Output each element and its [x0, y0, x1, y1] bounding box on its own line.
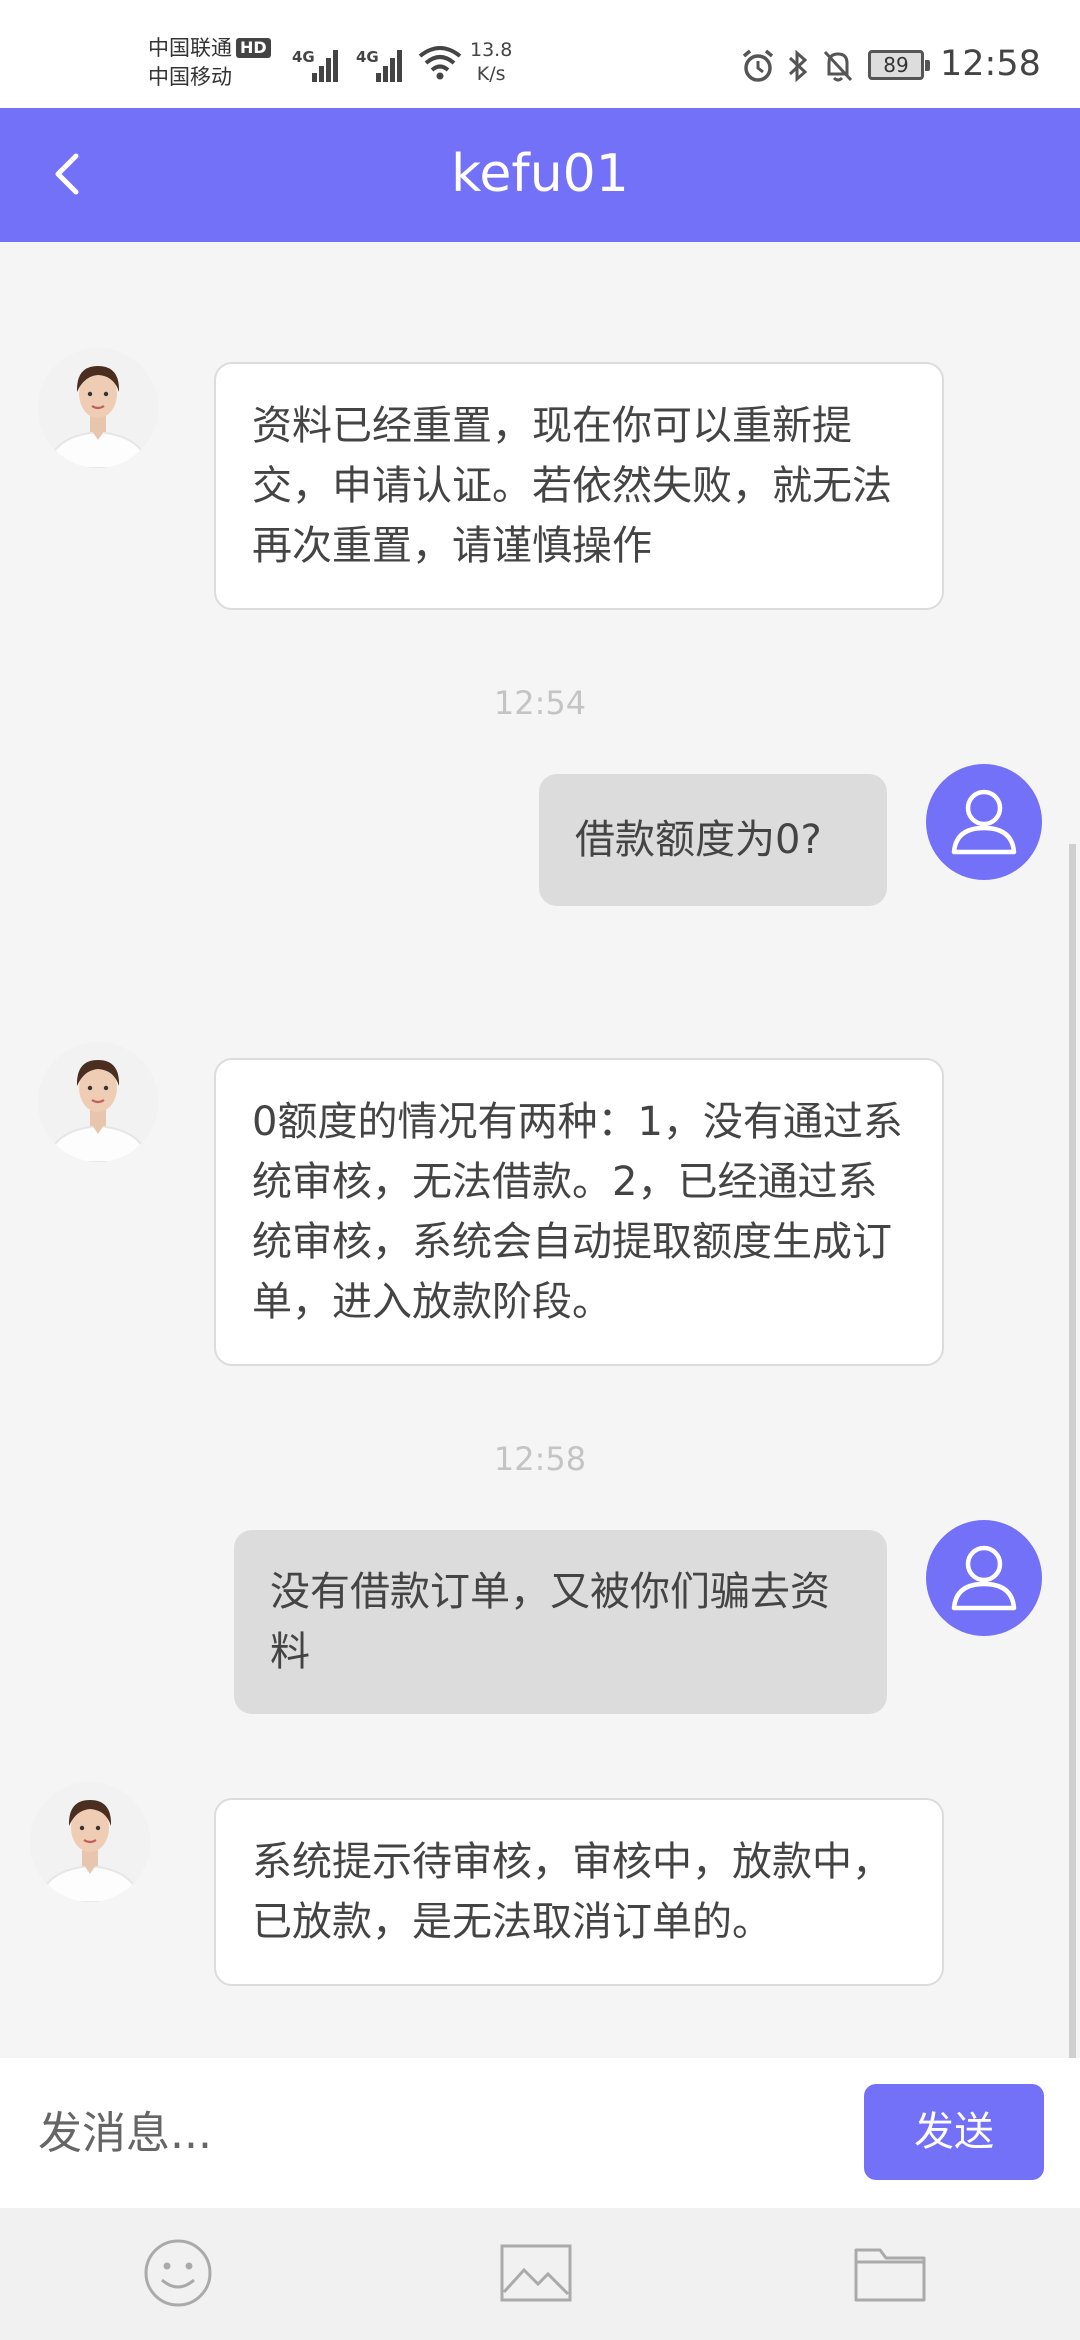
chat-message-list[interactable]: 资料已经重置，现在你可以重新提交，申请认证。若依然失败，就无法再次重置，请谨慎操…	[0, 242, 1080, 2300]
chat-title: kefu01	[451, 144, 629, 204]
image-icon[interactable]	[498, 2238, 574, 2308]
attachment-toolbar	[0, 2208, 1080, 2340]
agent-portrait-icon	[38, 348, 158, 468]
message-timestamp: 12:54	[493, 684, 587, 722]
agent-message-bubble: 资料已经重置，现在你可以重新提交，申请认证。若依然失败，就无法再次重置，请谨慎操…	[214, 362, 944, 610]
user-profile-icon	[951, 1545, 1017, 1611]
mute-icon	[823, 50, 853, 82]
user-avatar	[926, 1520, 1042, 1636]
carrier-name-2: 中国移动	[148, 65, 232, 89]
user-message-bubble: 借款额度为0?	[539, 774, 887, 906]
emoji-icon[interactable]	[140, 2238, 216, 2308]
wifi-icon	[418, 46, 462, 80]
agent-message-bubble: 系统提示待审核，审核中，放款中，已放款，是无法取消订单的。	[214, 1798, 944, 1986]
battery-indicator: 89	[868, 50, 930, 80]
message-timestamp: 12:58	[493, 1440, 587, 1478]
agent-avatar	[38, 1042, 158, 1162]
status-time: 12:58	[940, 44, 1041, 84]
carrier-name-1: 中国联通	[148, 36, 232, 60]
user-profile-icon	[951, 789, 1017, 855]
bluetooth-icon	[788, 49, 808, 83]
status-bar: 中国联通 HD 中国移动 4G 4G 13.8 K/s 89 12:58	[0, 0, 1080, 108]
alarm-icon	[742, 49, 774, 82]
hd-badge: HD	[236, 38, 271, 58]
folder-icon[interactable]	[852, 2238, 928, 2308]
agent-avatar	[30, 1782, 150, 1902]
speed-unit: K/s	[476, 63, 506, 85]
agent-portrait-icon	[30, 1782, 150, 1902]
carrier-info: 中国联通 HD 中国移动	[148, 34, 271, 92]
user-avatar	[926, 764, 1042, 880]
chat-header: kefu01	[0, 108, 1080, 242]
speed-value: 13.8	[470, 39, 513, 61]
send-button[interactable]: 发送	[864, 2084, 1044, 2180]
message-input[interactable]	[0, 2058, 850, 2208]
message-input-bar: 发送	[0, 2058, 1080, 2208]
agent-avatar	[38, 348, 158, 468]
user-message-bubble: 没有借款订单，又被你们骗去资料	[234, 1530, 887, 1714]
agent-message-bubble: 0额度的情况有两种：1，没有通过系统审核，无法借款。2，已经通过系统审核，系统会…	[214, 1058, 944, 1366]
agent-portrait-icon	[38, 1042, 158, 1162]
network-speed: 13.8 K/s	[470, 38, 512, 86]
